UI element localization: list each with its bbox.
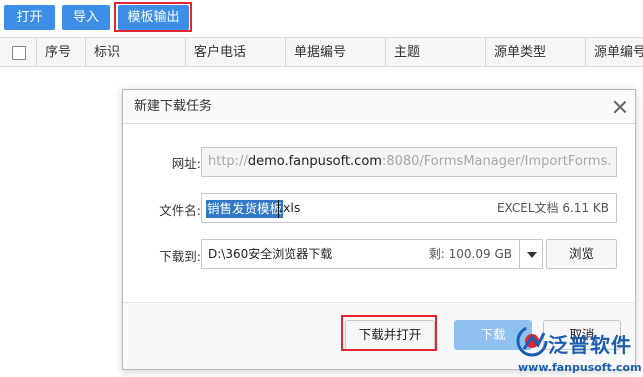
- watermark-name: 泛普软件: [548, 333, 632, 357]
- url-label: 网址:: [171, 156, 201, 171]
- column-header-id[interactable]: 标识: [85, 38, 185, 67]
- select-all-checkbox[interactable]: [12, 46, 26, 60]
- column-header-customer-phone[interactable]: 客户电话: [185, 38, 285, 67]
- close-icon[interactable]: [613, 100, 627, 114]
- download-and-open-button[interactable]: 下载并打开: [345, 320, 435, 350]
- column-header-source-type[interactable]: 源单类型: [485, 38, 585, 67]
- url-host: demo.fanpusoft.com: [247, 154, 382, 169]
- save-path-field[interactable]: D:\360安全浏览器下载 剩: 100.09 GB: [201, 239, 521, 269]
- fanpu-logo-icon: [516, 325, 548, 357]
- url-rest: :8080/FormsManager/ImportForms.aspx?Fo: [381, 154, 612, 169]
- export-template-button[interactable]: 模板输出: [118, 5, 189, 30]
- toolbar: 打开 导入 模板输出: [0, 0, 643, 36]
- dialog-title: 新建下载任务: [134, 99, 213, 114]
- save-to-label: 下载到:: [159, 249, 201, 264]
- url-prefix: http://: [208, 154, 248, 169]
- url-field[interactable]: http://demo.fanpusoft.com:8080/FormsMana…: [201, 147, 617, 177]
- column-header-seq[interactable]: 序号: [36, 38, 85, 67]
- column-header-doc-number[interactable]: 单据编号: [285, 38, 385, 67]
- filename-label: 文件名:: [159, 203, 201, 218]
- filename-input[interactable]: 销售发货模板 .xls EXCEL文档 6.11 KB: [201, 193, 617, 223]
- dialog-header: 新建下载任务: [123, 90, 635, 124]
- page: 打开 导入 模板输出 序号 标识 客户电话 单据编号 主题 源单类型 源单编号 …: [0, 0, 643, 377]
- open-button[interactable]: 打开: [4, 5, 55, 30]
- grid-header: 序号 标识 客户电话 单据编号 主题 源单类型 源单编号: [0, 37, 643, 67]
- column-header-subject[interactable]: 主题: [385, 38, 485, 67]
- column-header-source-number[interactable]: 源单编号: [585, 38, 643, 67]
- watermark: 泛普软件 www.fanpusoft.com: [508, 321, 643, 377]
- import-button[interactable]: 导入: [62, 5, 110, 30]
- url-text: http://demo.fanpusoft.com:8080/FormsMana…: [208, 148, 612, 176]
- filename-extension: .xls: [279, 200, 301, 215]
- chevron-down-icon[interactable]: [519, 239, 543, 269]
- watermark-url: www.fanpusoft.com: [518, 361, 642, 374]
- save-path: D:\360安全浏览器下载: [208, 247, 333, 261]
- file-info: EXCEL文档 6.11 KB: [496, 201, 609, 215]
- dialog-body: 网址: http://demo.fanpusoft.com:8080/Forms…: [123, 125, 635, 302]
- filename-selected-text: 销售发货模板: [206, 200, 284, 218]
- browse-button[interactable]: 浏览: [546, 239, 617, 269]
- free-space: 剩: 100.09 GB: [428, 247, 512, 261]
